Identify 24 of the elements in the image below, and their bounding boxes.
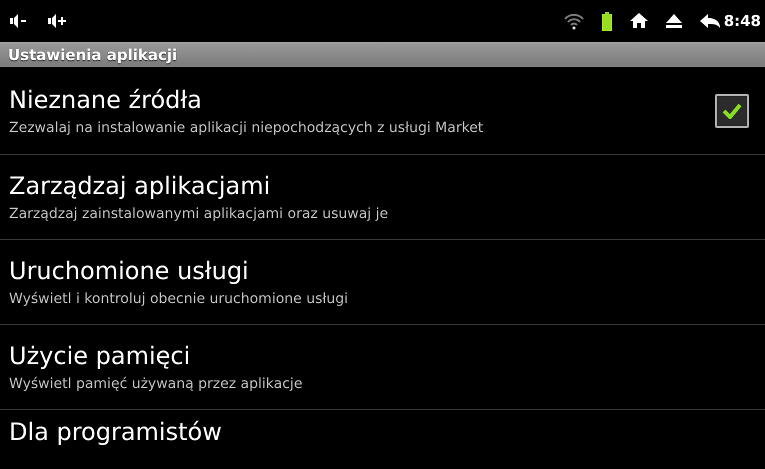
- settings-item[interactable]: Zarządzaj aplikacjami Zarządzaj zainstalowanymi aplikacjami oraz usuwaj je: [0, 155, 765, 240]
- volume-up-icon: [48, 13, 68, 29]
- eject-icon: [666, 14, 682, 28]
- setting-summary: Zarządzaj zainstalowanymi aplikacjami oraz usuwaj je: [9, 206, 390, 222]
- checkmark-icon: [722, 102, 742, 118]
- checkbox[interactable]: [715, 94, 749, 128]
- setting-title: Uruchomione usługi: [9, 257, 250, 285]
- setting-summary: Wyświetl i kontroluj obecnie uruchomione usługi: [9, 291, 350, 307]
- wifi-icon: [564, 12, 584, 30]
- battery-icon: [602, 12, 612, 30]
- settings-item[interactable]: Dla programistów: [0, 410, 765, 446]
- settings-item[interactable]: Nieznane źródła Zezwalaj na instalowanie aplikacji niepochodzących z usługi Market: [0, 67, 765, 155]
- setting-summary: Zezwalaj na instalowanie aplikacji niepochodzących z usługi Market: [9, 120, 484, 136]
- back-arrow-icon: [700, 14, 720, 28]
- setting-title: Użycie pamięci: [9, 342, 192, 370]
- setting-title: Dla programistów: [9, 418, 223, 446]
- settings-item[interactable]: Użycie pamięci Wyświetl pamięć używaną przez aplikacje: [0, 325, 765, 410]
- settings-item[interactable]: Uruchomione usługi Wyświetl i kontroluj obecnie uruchomione usługi: [0, 240, 765, 325]
- setting-title: Nieznane źródła: [9, 86, 203, 114]
- home-icon: [630, 13, 648, 29]
- setting-title: Zarządzaj aplikacjami: [9, 172, 272, 200]
- screen-title: Ustawienia aplikacji: [8, 46, 178, 64]
- setting-summary: Wyświetl pamięć używaną przez aplikacje: [9, 376, 304, 392]
- clock-time: 8:48: [724, 12, 761, 30]
